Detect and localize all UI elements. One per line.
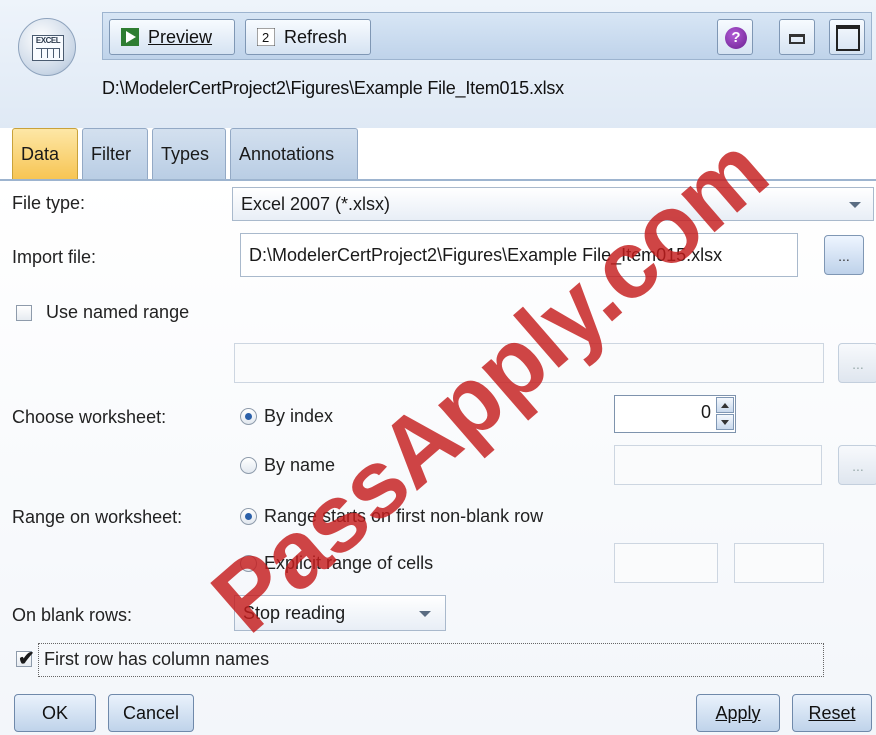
worksheet-name-browse-button[interactable]: ... <box>838 445 876 485</box>
first-row-names-label: First row has column names <box>44 649 270 669</box>
by-name-label: By name <box>264 455 336 475</box>
blank-rows-value: Stop reading <box>243 602 346 623</box>
refresh-button[interactable]: 2 Refresh <box>245 19 371 55</box>
worksheet-name-field[interactable] <box>614 445 822 485</box>
dialog-header: EXCEL Preview 2 Refresh ? D:\ModelerCert… <box>0 0 876 128</box>
file-type-label: File type: <box>12 193 86 213</box>
maximize-button[interactable] <box>829 19 865 55</box>
stepper-up-icon[interactable] <box>716 397 734 413</box>
range-end-field[interactable] <box>734 543 824 583</box>
refresh-label: Refresh <box>284 26 348 47</box>
toolbar: Preview 2 Refresh ? <box>102 12 872 60</box>
play-icon <box>120 27 140 47</box>
file-type-value: Excel 2007 (*.xlsx) <box>241 193 391 214</box>
tab-annotations[interactable]: Annotations <box>230 128 358 180</box>
chevron-down-icon <box>849 202 861 208</box>
apply-button[interactable]: Apply <box>696 694 780 732</box>
ok-button[interactable]: OK <box>14 694 96 732</box>
refresh-icon: 2 <box>256 27 276 47</box>
worksheet-index-value: 0 <box>700 402 711 422</box>
range-first-nonblank-label: Range starts on first non-blank row <box>264 506 544 526</box>
range-explicit-label: Explicit range of cells <box>264 553 434 573</box>
help-button[interactable]: ? <box>717 19 753 55</box>
file-path: D:\ModelerCertProject2\Figures\Example F… <box>102 78 564 98</box>
by-name-radio[interactable] <box>240 457 257 474</box>
by-index-label: By index <box>264 406 334 426</box>
import-file-field[interactable]: D:\ModelerCertProject2\Figures\Example F… <box>240 233 798 277</box>
use-named-range-label: Use named range <box>46 302 190 322</box>
help-icon: ? <box>725 27 747 49</box>
tab-types[interactable]: Types <box>152 128 226 180</box>
range-explicit-radio[interactable] <box>240 555 257 572</box>
blank-rows-select[interactable]: Stop reading <box>234 595 446 631</box>
blank-rows-label: On blank rows: <box>12 605 133 625</box>
checkmark-icon: ✔ <box>18 648 35 670</box>
range-first-nonblank-radio[interactable] <box>240 508 257 525</box>
tab-filter[interactable]: Filter <box>82 128 148 180</box>
tab-types-label: Types <box>161 144 210 164</box>
first-row-names-checkbox[interactable]: ✔ <box>16 648 35 670</box>
worksheet-index-stepper[interactable]: 0 <box>614 395 736 433</box>
import-file-browse-button[interactable]: ... <box>824 235 864 275</box>
file-type-select[interactable]: Excel 2007 (*.xlsx) <box>232 187 874 221</box>
excel-icon: EXCEL <box>18 18 76 76</box>
preview-button[interactable]: Preview <box>109 19 235 55</box>
chevron-down-icon <box>419 611 431 617</box>
excel-icon-label: EXCEL <box>32 35 64 61</box>
stepper-down-icon[interactable] <box>716 414 734 430</box>
by-index-radio[interactable] <box>240 408 257 425</box>
minimize-icon <box>789 34 805 44</box>
named-range-field[interactable] <box>234 343 824 383</box>
tab-bar: Data Filter Types Annotations <box>10 128 876 180</box>
cancel-button[interactable]: Cancel <box>108 694 194 732</box>
reset-button[interactable]: Reset <box>792 694 872 732</box>
import-file-value: D:\ModelerCertProject2\Figures\Example F… <box>249 244 723 265</box>
named-range-browse-button[interactable]: ... <box>838 343 876 383</box>
preview-label: Preview <box>148 26 213 47</box>
tab-annotations-label: Annotations <box>239 144 335 164</box>
use-named-range-checkbox[interactable] <box>16 305 32 321</box>
svg-text:2: 2 <box>262 30 269 45</box>
range-start-field[interactable] <box>614 543 718 583</box>
minimize-button[interactable] <box>779 19 815 55</box>
tab-filter-label: Filter <box>91 144 131 164</box>
maximize-icon <box>836 25 860 51</box>
import-file-label: Import file: <box>12 247 97 267</box>
tab-data-label: Data <box>21 144 60 164</box>
range-on-worksheet-label: Range on worksheet: <box>12 507 183 527</box>
choose-worksheet-label: Choose worksheet: <box>12 407 167 427</box>
data-tab-panel: File type: Excel 2007 (*.xlsx) Import fi… <box>0 181 876 735</box>
tab-data[interactable]: Data <box>12 128 78 180</box>
